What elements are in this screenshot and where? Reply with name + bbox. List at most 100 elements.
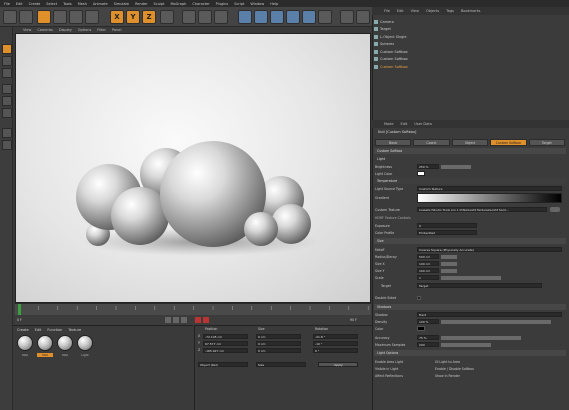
menu-item[interactable]: Animate [93, 2, 108, 6]
start-frame[interactable]: 0 F [17, 318, 22, 322]
material-thumbnail[interactable] [17, 335, 33, 351]
object-menu-item[interactable]: Bookmarks [461, 9, 481, 13]
attribute-menu-item[interactable]: Mode [384, 122, 394, 126]
coordinate-mode-select[interactable]: Object (Rel) [198, 362, 248, 367]
brightness-slider[interactable] [441, 164, 471, 169]
y-axis-button[interactable]: Y [126, 10, 140, 24]
deformer-button[interactable] [302, 10, 316, 24]
gradient-bar[interactable] [417, 193, 562, 203]
play-backward-button[interactable] [165, 317, 171, 323]
material-label[interactable]: Mat [17, 353, 33, 357]
shadow-color-swatch[interactable] [417, 326, 425, 331]
menu-item[interactable]: File [4, 2, 10, 6]
scale-field[interactable]: 1 [417, 275, 439, 280]
render-settings-button[interactable] [214, 10, 228, 24]
object-row[interactable]: Custom Softbox [374, 63, 524, 70]
nurbs-button[interactable] [270, 10, 284, 24]
size-x-slider[interactable] [441, 261, 457, 266]
x-axis-button[interactable]: X [110, 10, 124, 24]
accuracy-field[interactable]: 75 % [417, 335, 439, 340]
coordinate-field-pos[interactable]: -165.027 cm [203, 348, 248, 353]
coordinate-field-rot[interactable]: -10 ° [313, 341, 358, 346]
menu-item[interactable]: Window [250, 2, 264, 6]
material-menu-item[interactable]: Texture [68, 328, 81, 332]
object-menu-item[interactable]: Objects [426, 9, 439, 13]
coordinate-field-size[interactable]: 0 cm [256, 334, 301, 339]
gi-light-option[interactable]: GI Light to Area [435, 360, 505, 364]
viewport-menu-item[interactable]: Options [78, 28, 92, 32]
menu-item[interactable]: Select [46, 2, 57, 6]
material-label[interactable]: Mat [37, 353, 53, 357]
samples-field[interactable]: 200 [417, 342, 439, 347]
object-menu-item[interactable]: Tags [446, 9, 454, 13]
object-row[interactable]: Spheres [374, 41, 524, 48]
texture-mode-button[interactable] [2, 56, 12, 66]
snap-button[interactable] [2, 140, 12, 150]
coordinate-field-size[interactable]: 0 cm [256, 348, 301, 353]
play-button[interactable] [173, 317, 179, 323]
material-thumbnail[interactable] [37, 335, 53, 351]
attribute-tab[interactable]: Object [451, 139, 489, 146]
polygons-mode-button[interactable] [2, 108, 12, 118]
menu-item[interactable]: Render [135, 2, 147, 6]
object-row[interactable]: Custom Softbox [374, 56, 524, 63]
texture-path-field[interactable]: presets:\Studio Tools pro 1.0\Tex\Light … [417, 207, 547, 212]
next-frame-button[interactable] [181, 317, 187, 323]
cube-primitive-button[interactable] [238, 10, 252, 24]
object-menu-item[interactable]: Edit [397, 9, 404, 13]
move-tool-button[interactable] [53, 10, 67, 24]
rotate-tool-button[interactable] [85, 10, 99, 24]
apply-button[interactable]: Apply [318, 362, 358, 367]
exposure-field[interactable]: 0 [417, 223, 477, 228]
menu-item[interactable]: Script [234, 2, 244, 6]
coordinate-system-button[interactable] [160, 10, 174, 24]
edges-mode-button[interactable] [2, 96, 12, 106]
camera-button[interactable] [340, 10, 354, 24]
enable-area-light-option[interactable]: Enable Area Light [375, 360, 435, 364]
workplane-button[interactable] [2, 68, 12, 78]
density-field[interactable]: 100 % [417, 319, 439, 324]
visible-in-light-option[interactable]: Visible in Light [375, 367, 435, 371]
material-label[interactable]: Light [77, 353, 93, 357]
light-button[interactable] [356, 10, 370, 24]
size-mode-select[interactable]: Size [256, 362, 306, 367]
viewport[interactable] [15, 33, 371, 303]
menu-item[interactable]: Character [192, 2, 209, 6]
end-frame[interactable]: 90 F [350, 318, 357, 322]
material-menu-item[interactable]: Create [17, 328, 29, 332]
z-axis-button[interactable]: Z [142, 10, 156, 24]
redo-button[interactable] [19, 10, 33, 24]
object-menu-item[interactable]: File [384, 9, 390, 13]
record-button[interactable] [195, 317, 201, 323]
samples-slider[interactable] [441, 342, 491, 347]
attribute-menu-item[interactable]: User Data [414, 122, 431, 126]
material-thumbnail[interactable] [77, 335, 93, 351]
object-row[interactable]: Camera [374, 18, 524, 25]
object-row[interactable]: Target [374, 26, 524, 33]
texture-browse-button[interactable] [550, 207, 560, 212]
viewport-menu-item[interactable]: Display [59, 28, 72, 32]
live-selection-button[interactable] [37, 10, 51, 24]
autokey-button[interactable] [203, 317, 209, 323]
size-x-field[interactable]: 100 cm [417, 261, 439, 266]
coordinate-field-rot[interactable]: 0 ° [313, 348, 358, 353]
menu-item[interactable]: Mesh [78, 2, 87, 6]
radius-field[interactable]: 500 cm [417, 254, 439, 259]
render-picture-viewer-button[interactable] [198, 10, 212, 24]
viewport-menu-item[interactable]: Panel [112, 28, 121, 32]
scene-button[interactable] [318, 10, 332, 24]
show-in-render-option[interactable]: Show in Render [435, 374, 505, 378]
material-menu-item[interactable]: Edit [35, 328, 42, 332]
attribute-menu-item[interactable]: Edit [401, 122, 408, 126]
source-select[interactable]: Custom Texture [417, 186, 562, 191]
menu-item[interactable]: Edit [16, 2, 23, 6]
attribute-tab[interactable]: Coord. [413, 139, 450, 146]
menu-item[interactable]: Plugins [216, 2, 229, 6]
coordinate-field-rot[interactable]: -21.8 ° [313, 334, 358, 339]
points-mode-button[interactable] [2, 84, 12, 94]
timeline[interactable] [15, 303, 371, 316]
undo-button[interactable] [3, 10, 17, 24]
size-y-slider[interactable] [441, 268, 457, 273]
material-menu-item[interactable]: Function [47, 328, 62, 332]
menu-item[interactable]: Help [270, 2, 278, 6]
